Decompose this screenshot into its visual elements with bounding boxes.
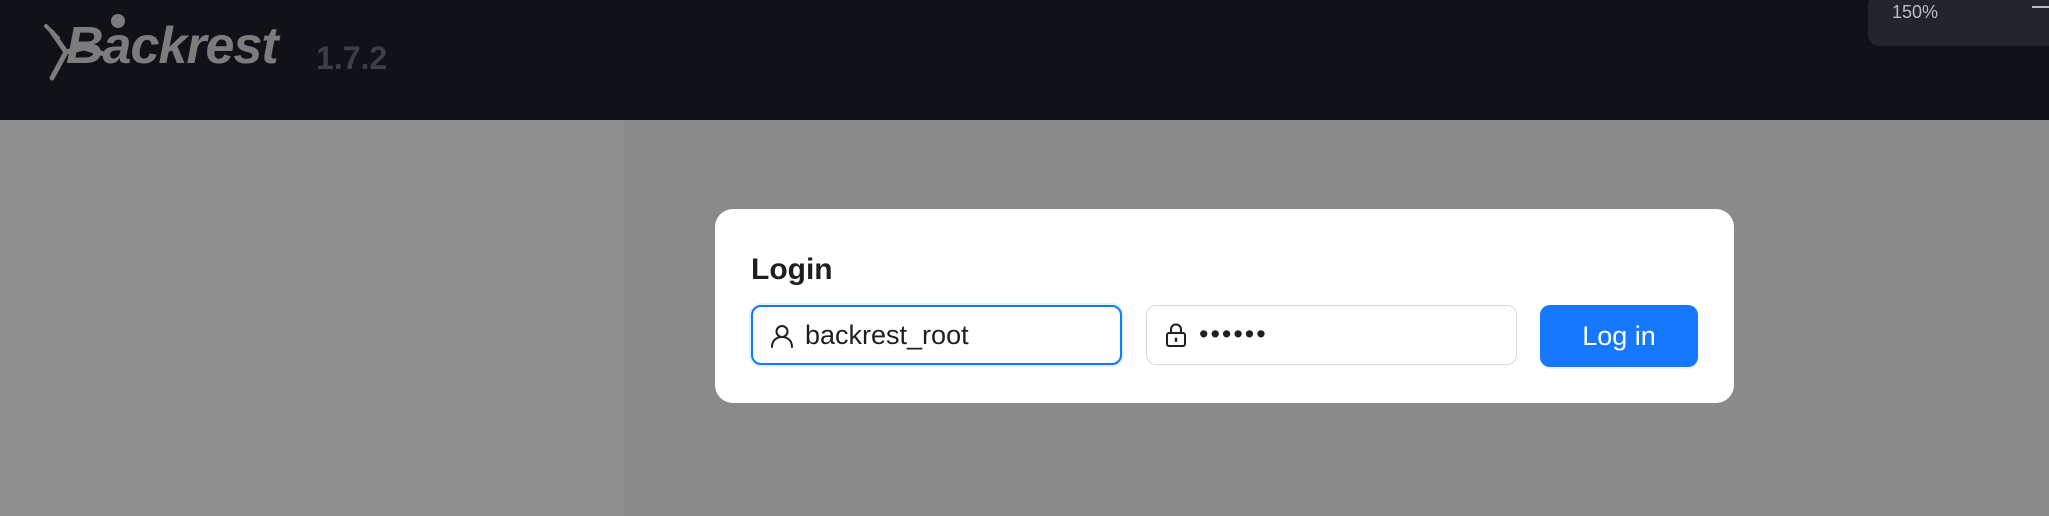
app-name: Backrest <box>66 17 279 75</box>
username-input[interactable] <box>805 307 1105 363</box>
minus-icon[interactable] <box>2032 6 2049 8</box>
login-button[interactable]: Log in <box>1540 305 1698 367</box>
password-field[interactable] <box>1146 305 1517 365</box>
sidebar-area <box>0 120 624 516</box>
app-version: 1.7.2 <box>316 40 388 76</box>
app-header: Backrest 1.7.2 150% <box>0 0 2049 120</box>
username-field[interactable] <box>751 305 1122 365</box>
password-input[interactable] <box>1199 306 1499 362</box>
user-icon <box>771 325 793 348</box>
zoom-level: 150% <box>1892 2 1939 22</box>
login-title: Login <box>751 253 833 286</box>
login-modal: Login Log in <box>715 209 1734 403</box>
browser-zoom-indicator: 150% <box>1868 0 2049 46</box>
lock-icon <box>1166 323 1186 347</box>
